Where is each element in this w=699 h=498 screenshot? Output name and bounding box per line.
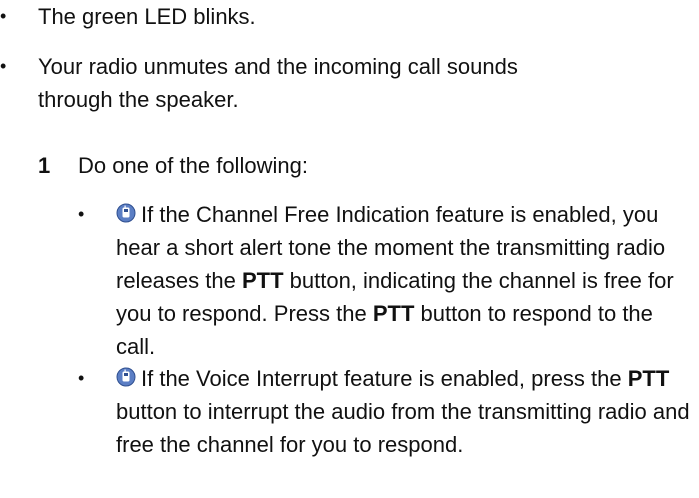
step-text: Do one of the following:	[78, 153, 308, 178]
ptt-label: PTT	[627, 366, 670, 391]
list-item: • The green LED blinks.	[0, 0, 660, 33]
list-item: • If the Voice Interrupt feature is enab…	[78, 362, 698, 461]
text-segment: If the Voice Interrupt feature is enable…	[141, 366, 628, 391]
manual-page: • The green LED blinks. • Your radio unm…	[0, 0, 699, 498]
list-item-text: If the Voice Interrupt feature is enable…	[116, 362, 698, 461]
radio-feature-icon	[116, 367, 136, 387]
bullet-marker: •	[0, 56, 7, 76]
list-item-text: The green LED blinks.	[38, 4, 256, 29]
bullet-marker: •	[0, 6, 7, 26]
ptt-label: PTT	[372, 301, 415, 326]
procedure-step: 1 Do one of the following:	[38, 149, 658, 182]
radio-feature-icon	[116, 203, 136, 223]
list-item-text: If the Channel Free Indication feature i…	[116, 198, 698, 363]
bullet-marker: •	[78, 204, 85, 224]
step-number: 1	[38, 153, 51, 178]
list-item: • If the Channel Free Indication feature…	[78, 198, 698, 363]
ptt-label: PTT	[241, 268, 284, 293]
text-segment: button to interrupt the audio from the t…	[116, 399, 690, 457]
list-item-text: Your radio unmutes and the incoming call…	[38, 54, 518, 112]
bullet-marker: •	[78, 368, 85, 388]
list-item: • Your radio unmutes and the incoming ca…	[0, 50, 570, 116]
